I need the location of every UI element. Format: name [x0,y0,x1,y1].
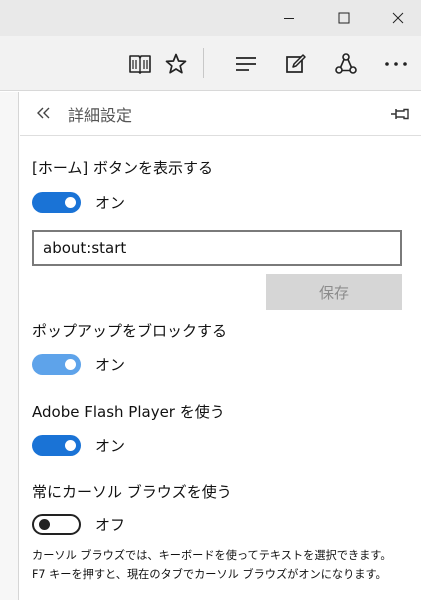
toolbar-separator [203,48,204,78]
description-line: F7 キーを押すと、現在のタブでカーソル ブラウズがオンになります。 [32,568,387,581]
toggle-knob [65,440,76,451]
minimize-icon [284,18,294,19]
share-button[interactable] [326,36,366,91]
popup-block-toggle[interactable] [32,354,81,375]
flash-label: Adobe Flash Player を使う [32,403,225,421]
save-button[interactable]: 保存 [266,274,402,310]
advanced-settings-panel: 詳細設定 [ホーム] ボタンを表示する オン 保存 ポップアップをブロックする … [20,92,421,600]
close-button[interactable] [375,0,421,36]
home-url-input[interactable] [32,230,402,266]
back-button[interactable] [32,101,56,125]
panel-title: 詳細設定 [68,106,133,125]
hub-icon [236,56,256,71]
toggle-knob [65,359,76,370]
browser-toolbar [0,36,421,91]
popup-block-toggle-state: オン [95,356,126,374]
home-button-toggle[interactable] [32,192,81,213]
description-line: カーソル ブラウズでは、キーボードを使ってテキストを選択できます。 [32,549,392,562]
home-button-toggle-state: オン [95,194,126,212]
toggle-knob [39,519,50,530]
pin-icon [391,108,409,120]
panel-header: 詳細設定 [20,92,421,136]
minimize-button[interactable] [266,0,312,36]
maximize-icon [338,12,350,24]
favorite-star-icon [165,53,187,74]
reading-view-button[interactable] [120,36,160,91]
web-note-button[interactable] [276,36,316,91]
window-titlebar [0,0,421,36]
share-icon [335,52,357,74]
caret-browsing-toggle[interactable] [32,514,81,535]
caret-browsing-toggle-state: オフ [95,516,126,534]
home-button-label: [ホーム] ボタンを表示する [32,159,214,177]
close-icon [392,12,404,24]
more-button[interactable] [376,36,416,91]
more-icon [385,61,407,66]
favorite-button[interactable] [156,36,196,91]
reading-view-icon [129,54,151,74]
flash-toggle-state: オン [95,437,126,455]
caret-browsing-label: 常にカーソル ブラウズを使う [32,483,232,501]
hub-button[interactable] [226,36,266,91]
pin-button[interactable] [389,103,411,125]
maximize-button[interactable] [321,0,367,36]
popup-block-label: ポップアップをブロックする [32,322,228,340]
back-chevron-icon [37,107,50,119]
toggle-knob [65,197,76,208]
flash-toggle[interactable] [32,435,81,456]
web-note-icon [286,53,306,73]
page-content-edge [0,92,19,600]
caret-browsing-description: カーソル ブラウズでは、キーボードを使ってテキストを選択できます。 F7 キーを… [32,546,417,584]
